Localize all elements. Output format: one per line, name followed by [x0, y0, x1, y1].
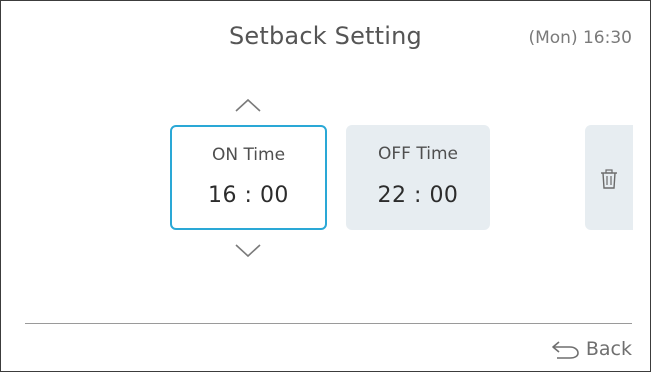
on-time-card[interactable]: ON Time 16 : 00 [170, 125, 327, 230]
trash-icon [600, 169, 618, 189]
on-time-value: 16 : 00 [208, 183, 289, 208]
back-button[interactable]: Back [550, 336, 632, 362]
chevron-up-icon[interactable] [234, 97, 262, 113]
clock-display: (Mon) 16:30 [528, 28, 632, 48]
footer-divider [25, 323, 632, 324]
on-time-label: ON Time [211, 145, 286, 165]
return-arrow-icon [550, 338, 580, 360]
off-time-card[interactable]: OFF Time 22 : 00 [346, 125, 490, 230]
delete-button[interactable] [585, 125, 633, 230]
back-label: Back [585, 338, 632, 360]
chevron-down-icon[interactable] [234, 243, 262, 259]
off-time-value: 22 : 00 [377, 183, 459, 208]
off-time-label: OFF Time [378, 144, 458, 164]
